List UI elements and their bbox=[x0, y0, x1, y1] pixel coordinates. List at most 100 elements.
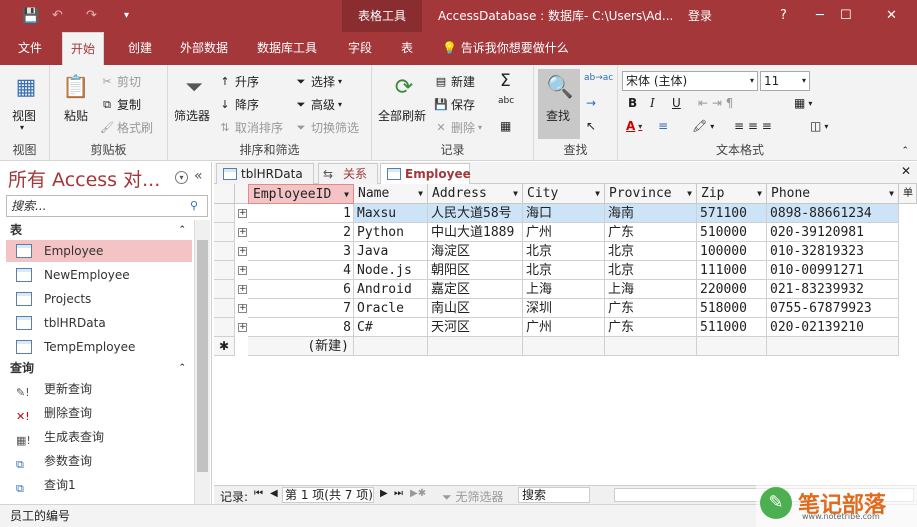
chevron-down-icon[interactable]: ▼ bbox=[889, 184, 894, 203]
close-tab-icon[interactable]: ✕ bbox=[901, 164, 911, 178]
table-cell[interactable]: 4 bbox=[248, 261, 354, 280]
table-cell[interactable]: Java bbox=[354, 242, 428, 261]
expand-subdatasheet-icon[interactable]: + bbox=[238, 285, 247, 294]
row-selector[interactable] bbox=[214, 223, 235, 242]
table-cell[interactable]: 510000 bbox=[697, 223, 767, 242]
expand-subdatasheet-icon[interactable]: + bbox=[238, 266, 247, 275]
chevron-down-icon[interactable]: ▼ bbox=[595, 184, 600, 203]
table-cell[interactable]: 020-02139210 bbox=[767, 318, 899, 337]
table-cell[interactable]: 广州 bbox=[523, 318, 605, 337]
search-icon[interactable]: ⚲ bbox=[190, 199, 198, 212]
align-center-icon[interactable]: ≡ bbox=[658, 119, 668, 133]
row-selector[interactable] bbox=[214, 261, 235, 280]
font-name-select[interactable]: 宋体 (主体) ▾ bbox=[622, 71, 758, 91]
table-cell[interactable]: Oracle bbox=[354, 299, 428, 318]
fill-color-icon[interactable]: ◫ ▾ bbox=[810, 119, 828, 133]
redo-icon[interactable]: ↷ bbox=[86, 0, 97, 32]
font-size-select[interactable]: 11 ▾ bbox=[760, 71, 810, 91]
column-header-phone[interactable]: Phone ▼ bbox=[767, 184, 899, 204]
doc-tab-employee[interactable]: Employee bbox=[380, 163, 471, 185]
doc-tab-relationships[interactable]: ⇆ 关系 bbox=[318, 163, 378, 184]
table-cell[interactable]: Android bbox=[354, 280, 428, 299]
nav-item-employee[interactable]: Employee bbox=[6, 240, 192, 262]
nav-item-update-query[interactable]: ✎! 更新查询 bbox=[6, 378, 192, 400]
scrollbar-thumb[interactable] bbox=[197, 240, 208, 472]
chevron-down-icon[interactable]: ▾ bbox=[20, 123, 24, 132]
nav-item-tempemployee[interactable]: TempEmployee bbox=[6, 336, 192, 358]
table-cell[interactable]: (新建) bbox=[248, 337, 354, 356]
table-cell[interactable] bbox=[697, 337, 767, 356]
help-icon[interactable]: ? bbox=[780, 0, 787, 32]
delete-record-button[interactable]: ✕ 删除 ▾ bbox=[434, 119, 482, 136]
table-cell[interactable]: 天河区 bbox=[428, 318, 523, 337]
close-button[interactable]: ✕ bbox=[886, 0, 897, 32]
tell-me-search[interactable]: 💡 告诉我你想要做什么 bbox=[442, 32, 569, 65]
bold-button[interactable]: B bbox=[628, 96, 637, 110]
tab-external-data[interactable]: 外部数据 bbox=[180, 32, 228, 65]
table-cell[interactable]: 人民大道58号 bbox=[428, 204, 523, 223]
nav-item-query1[interactable]: ⧉ 查询1 bbox=[6, 474, 192, 496]
copy-button[interactable]: ⧉ 复制 bbox=[100, 96, 141, 113]
undo-icon[interactable]: ↶ bbox=[52, 0, 63, 32]
table-cell[interactable]: 南山区 bbox=[428, 299, 523, 318]
totals-icon[interactable]: Σ bbox=[500, 71, 511, 91]
view-button[interactable]: 视图 bbox=[12, 107, 36, 124]
indent-icons[interactable]: ⇤ ⇥ ¶ bbox=[698, 96, 733, 110]
no-filter-indicator[interactable]: ⏷ 无筛选器 bbox=[442, 488, 503, 505]
table-cell[interactable] bbox=[428, 337, 523, 356]
tab-home[interactable]: 开始 bbox=[62, 32, 105, 66]
column-header-employeeid[interactable]: EmployeeID ▼ bbox=[248, 184, 354, 204]
nav-item-make-table-query[interactable]: ▦! 生成表查询 bbox=[6, 426, 192, 448]
table-cell[interactable]: 021-83239932 bbox=[767, 280, 899, 299]
table-cell[interactable]: 1 bbox=[248, 204, 354, 223]
column-header-zip[interactable]: Zip ▼ bbox=[697, 184, 767, 204]
table-cell[interactable]: 朝阳区 bbox=[428, 261, 523, 280]
gridlines-icon[interactable]: ▦ ▾ bbox=[794, 96, 812, 110]
paste-button[interactable]: 粘贴 bbox=[64, 107, 88, 124]
row-selector[interactable] bbox=[214, 242, 235, 261]
login-link[interactable]: 登录 bbox=[688, 0, 712, 32]
select-icon[interactable]: ↖ bbox=[586, 119, 596, 133]
table-cell[interactable]: C# bbox=[354, 318, 428, 337]
expand-subdatasheet-icon[interactable]: + bbox=[238, 247, 247, 256]
expand-subdatasheet-icon[interactable]: + bbox=[238, 323, 247, 332]
table-cell[interactable] bbox=[605, 337, 697, 356]
expand-subdatasheet-icon[interactable]: + bbox=[238, 209, 247, 218]
row-selector[interactable] bbox=[214, 204, 235, 223]
table-cell[interactable]: 2 bbox=[248, 223, 354, 242]
sort-asc-button[interactable]: ↑ 升序 bbox=[218, 73, 259, 90]
table-cell[interactable]: 嘉定区 bbox=[428, 280, 523, 299]
row-selector[interactable] bbox=[214, 299, 235, 318]
selection-button[interactable]: ⏷ 选择 ▾ bbox=[294, 73, 342, 90]
table-cell[interactable]: 深圳 bbox=[523, 299, 605, 318]
table-cell[interactable]: Node.js bbox=[354, 261, 428, 280]
chevron-down-icon[interactable]: ▾ bbox=[175, 171, 188, 184]
table-cell[interactable]: 广东 bbox=[605, 223, 697, 242]
table-cell[interactable]: 518000 bbox=[697, 299, 767, 318]
chevron-down-icon[interactable]: ▼ bbox=[418, 184, 423, 203]
record-position-input[interactable]: 第 1 项(共 7 项) bbox=[282, 487, 374, 503]
table-cell[interactable]: 010-00991271 bbox=[767, 261, 899, 280]
table-cell[interactable]: 6 bbox=[248, 280, 354, 299]
table-cell[interactable]: 海口 bbox=[523, 204, 605, 223]
table-cell[interactable]: 111000 bbox=[697, 261, 767, 280]
table-cell[interactable]: 020-39120981 bbox=[767, 223, 899, 242]
chevron-down-icon[interactable]: ▼ bbox=[757, 184, 762, 203]
table-cell[interactable]: Maxsu bbox=[354, 204, 428, 223]
nav-item-delete-query[interactable]: ✕! 删除查询 bbox=[6, 402, 192, 424]
replace-icon[interactable]: ab→ac bbox=[584, 73, 613, 83]
column-header-name[interactable]: Name ▼ bbox=[354, 184, 428, 204]
nav-scrollbar[interactable] bbox=[194, 220, 210, 504]
font-color-icon[interactable]: A ▾ bbox=[626, 119, 642, 133]
chevron-down-icon[interactable]: ▼ bbox=[344, 185, 349, 203]
sort-desc-button[interactable]: ↓ 降序 bbox=[218, 96, 259, 113]
table-cell[interactable]: 100000 bbox=[697, 242, 767, 261]
table-cell[interactable]: 上海 bbox=[605, 280, 697, 299]
save-record-button[interactable]: 💾 保存 bbox=[434, 96, 475, 113]
table-cell[interactable]: 广东 bbox=[605, 318, 697, 337]
new-record-marker[interactable]: ✱ bbox=[214, 337, 235, 356]
record-search-input[interactable]: 搜索 bbox=[518, 487, 590, 503]
customize-qat-icon[interactable]: ▾ bbox=[124, 0, 129, 32]
new-record-nav-icon[interactable]: ▶✱ bbox=[410, 488, 426, 499]
tab-fields[interactable]: 字段 bbox=[348, 32, 372, 65]
